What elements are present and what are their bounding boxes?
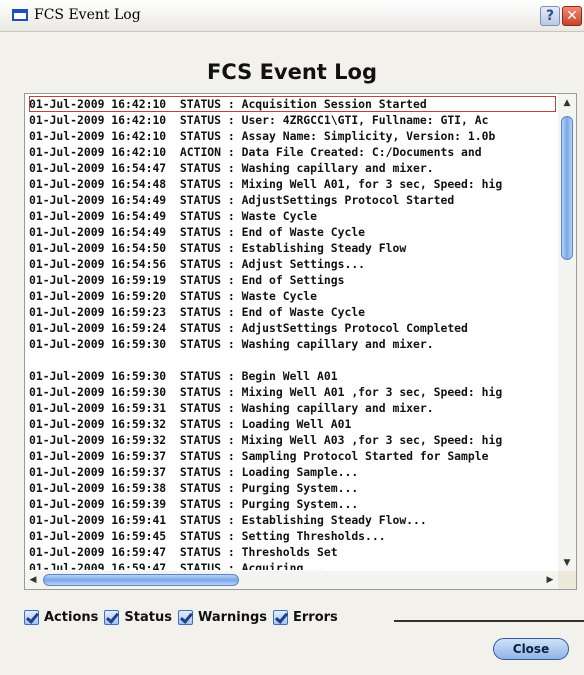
window-title: FCS Event Log xyxy=(34,7,141,23)
log-entry[interactable]: 01-Jul-2009 16:54:47 STATUS : Washing ca… xyxy=(29,160,556,176)
log-entry[interactable]: 01-Jul-2009 16:54:48 STATUS : Mixing Wel… xyxy=(29,176,556,192)
scroll-corner xyxy=(558,571,576,589)
help-button[interactable]: ? xyxy=(540,6,560,26)
log-entry[interactable]: 01-Jul-2009 16:59:38 STATUS : Purging Sy… xyxy=(29,480,556,496)
log-entry[interactable]: 01-Jul-2009 16:59:45 STATUS : Setting Th… xyxy=(29,528,556,544)
filter-warnings-label: Warnings xyxy=(197,609,268,625)
checkbox-warnings[interactable] xyxy=(177,609,193,625)
filter-actions[interactable]: Actions xyxy=(24,609,99,625)
log-entry[interactable]: 01-Jul-2009 16:59:30 STATUS : Begin Well… xyxy=(29,368,556,384)
title-bar[interactable]: FCS Event Log ? ✕ xyxy=(0,0,584,32)
event-log-window: FCS Event Log ? ✕ FCS Event Log 01-Jul-2… xyxy=(0,0,584,675)
close-button[interactable]: Close xyxy=(493,638,569,660)
log-entry[interactable]: 01-Jul-2009 16:59:30 STATUS : Mixing Wel… xyxy=(29,384,556,400)
filter-status-label: Status xyxy=(124,609,172,625)
vertical-scroll-thumb[interactable] xyxy=(561,116,573,260)
log-lines: 01-Jul-2009 16:42:10 STATUS : Acquisitio… xyxy=(29,96,556,570)
horizontal-scrollbar[interactable]: ◀ ▶ xyxy=(25,571,560,589)
log-entry[interactable] xyxy=(29,352,556,368)
log-entry[interactable]: 01-Jul-2009 16:59:31 STATUS : Washing ca… xyxy=(29,400,556,416)
filter-status[interactable]: Status xyxy=(104,609,172,625)
log-entry[interactable]: 01-Jul-2009 16:59:47 STATUS : Acquiring.… xyxy=(29,560,556,570)
page-title: FCS Event Log xyxy=(207,60,377,84)
window-icon xyxy=(12,9,28,21)
scroll-down-icon[interactable]: ▼ xyxy=(558,554,576,572)
log-entry[interactable]: 01-Jul-2009 16:54:49 STATUS : AdjustSett… xyxy=(29,192,556,208)
log-entry[interactable]: 01-Jul-2009 16:42:10 STATUS : User: 4ZRG… xyxy=(29,112,556,128)
log-entry[interactable]: 01-Jul-2009 16:59:37 STATUS : Loading Sa… xyxy=(29,464,556,480)
log-entry[interactable]: 01-Jul-2009 16:54:56 STATUS : Adjust Set… xyxy=(29,256,556,272)
filter-errors[interactable]: Errors xyxy=(273,609,338,625)
log-entry[interactable]: 01-Jul-2009 16:59:47 STATUS : Thresholds… xyxy=(29,544,556,560)
log-entry[interactable]: 01-Jul-2009 16:59:37 STATUS : Sampling P… xyxy=(29,448,556,464)
log-entry[interactable]: 01-Jul-2009 16:54:50 STATUS : Establishi… xyxy=(29,240,556,256)
scroll-up-icon[interactable]: ▲ xyxy=(558,94,576,112)
event-log-list[interactable]: 01-Jul-2009 16:42:10 STATUS : Acquisitio… xyxy=(24,93,577,590)
log-entry[interactable]: 01-Jul-2009 16:59:30 STATUS : Washing ca… xyxy=(29,336,556,352)
log-entry[interactable]: 01-Jul-2009 16:59:41 STATUS : Establishi… xyxy=(29,512,556,528)
filter-checkboxes: Actions Status Warnings Errors xyxy=(24,607,344,627)
checkbox-actions[interactable] xyxy=(24,609,39,625)
checkbox-errors[interactable] xyxy=(273,609,289,625)
scroll-right-icon[interactable]: ▶ xyxy=(542,571,558,589)
filter-actions-label: Actions xyxy=(44,609,99,625)
scroll-left-icon[interactable]: ◀ xyxy=(25,571,41,589)
log-entry[interactable]: 01-Jul-2009 16:59:39 STATUS : Purging Sy… xyxy=(29,496,556,512)
log-entry[interactable]: 01-Jul-2009 16:42:10 STATUS : Acquisitio… xyxy=(29,96,556,112)
checkbox-status[interactable] xyxy=(104,609,120,625)
log-entry[interactable]: 01-Jul-2009 16:42:10 ACTION : Data File … xyxy=(29,144,556,160)
log-entry[interactable]: 01-Jul-2009 16:59:23 STATUS : End of Was… xyxy=(29,304,556,320)
log-entry[interactable]: 01-Jul-2009 16:54:49 STATUS : Waste Cycl… xyxy=(29,208,556,224)
log-entry[interactable]: 01-Jul-2009 16:54:49 STATUS : End of Was… xyxy=(29,224,556,240)
filter-warnings[interactable]: Warnings xyxy=(177,609,268,625)
log-entry[interactable]: 01-Jul-2009 16:59:32 STATUS : Loading We… xyxy=(29,416,556,432)
horizontal-scroll-thumb[interactable] xyxy=(43,574,239,586)
vertical-scrollbar[interactable]: ▲ ▼ xyxy=(558,94,576,572)
log-entry[interactable]: 01-Jul-2009 16:59:19 STATUS : End of Set… xyxy=(29,272,556,288)
window-close-button[interactable]: ✕ xyxy=(562,6,582,26)
log-entry[interactable]: 01-Jul-2009 16:59:20 STATUS : Waste Cycl… xyxy=(29,288,556,304)
log-entry[interactable]: 01-Jul-2009 16:42:10 STATUS : Assay Name… xyxy=(29,128,556,144)
divider xyxy=(394,620,584,622)
log-entry[interactable]: 01-Jul-2009 16:59:32 STATUS : Mixing Wel… xyxy=(29,432,556,448)
log-entry[interactable]: 01-Jul-2009 16:59:24 STATUS : AdjustSett… xyxy=(29,320,556,336)
filter-errors-label: Errors xyxy=(293,609,338,625)
